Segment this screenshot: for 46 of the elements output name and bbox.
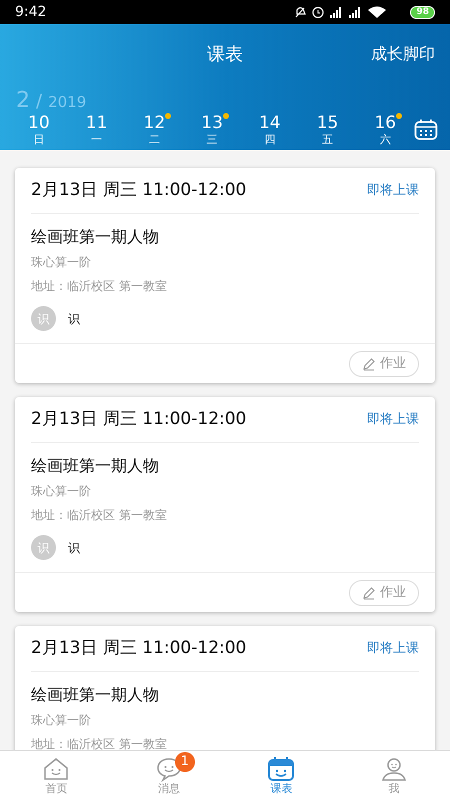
person-icon [380, 756, 408, 782]
teacher-name: 识 [68, 310, 80, 328]
tab-bar-item[interactable]: 首页 [0, 751, 112, 800]
lesson-title: 绘画班第一期人物 [31, 684, 160, 706]
month-label: 2 [16, 87, 30, 115]
homework-button[interactable]: 作业 [349, 580, 419, 606]
course-name: 珠心算一阶 [31, 483, 92, 500]
lesson-title: 绘画班第一期人物 [31, 226, 160, 248]
day-item[interactable]: 13 三 [183, 114, 241, 146]
pencil-icon [362, 356, 376, 370]
lesson-status: 即将上课 [367, 182, 419, 200]
day-item[interactable]: 15 五 [298, 114, 356, 146]
lesson-time: 2月13日 周三 11:00-12:00 [31, 408, 246, 431]
pencil-icon [362, 586, 376, 600]
lesson-address: 地址：临沂校区 第一教室 [31, 507, 168, 524]
lesson-card[interactable]: 2月13日 周三 11:00-12:00 即将上课 绘画班第一期人物 珠心算一阶 地址：临沂校区 第一教室 [15, 626, 435, 750]
tab-bar-item[interactable]: 消息 1 [112, 751, 225, 800]
day-item[interactable]: 14 四 [240, 114, 299, 146]
speech-bubble-face-icon [154, 756, 183, 782]
lesson-title: 绘画班第一期人物 [31, 455, 160, 477]
course-name: 珠心算一阶 [31, 712, 92, 729]
page-title: 课表 [207, 42, 243, 66]
lesson-address: 地址：临沂校区 第一教室 [31, 736, 168, 750]
lesson-time: 2月13日 周三 11:00-12:00 [31, 636, 246, 660]
course-name: 珠心算一阶 [31, 254, 92, 271]
calendar-icon[interactable] [414, 119, 438, 141]
house-face-icon [42, 756, 70, 782]
teacher-name: 识 [68, 540, 80, 556]
day-item[interactable]: 11 一 [68, 114, 126, 146]
unread-badge: 1 [174, 752, 195, 772]
lesson-status: 即将上课 [367, 410, 419, 429]
year-label: 2019 [48, 92, 86, 113]
battery-indicator: 98 [410, 6, 435, 18]
day-item[interactable]: 10 日 [10, 114, 68, 146]
growth-footprint-link[interactable]: 成长脚印 [371, 42, 435, 66]
date-separator: / [36, 90, 42, 114]
day-item[interactable]: 12 二 [125, 114, 184, 146]
day-item[interactable]: 16 六 [356, 114, 414, 146]
homework-button[interactable]: 作业 [349, 350, 419, 376]
lesson-status: 即将上课 [367, 640, 419, 658]
calendar-face-icon [267, 756, 296, 782]
lesson-time: 2月13日 周三 11:00-12:00 [31, 178, 246, 202]
status-time: 9:42 [15, 2, 46, 22]
tab-bar-item[interactable]: 我 [338, 751, 450, 800]
lesson-address: 地址：临沂校区 第一教室 [31, 278, 168, 295]
tab-bar-item[interactable]: 课表 [225, 751, 338, 800]
